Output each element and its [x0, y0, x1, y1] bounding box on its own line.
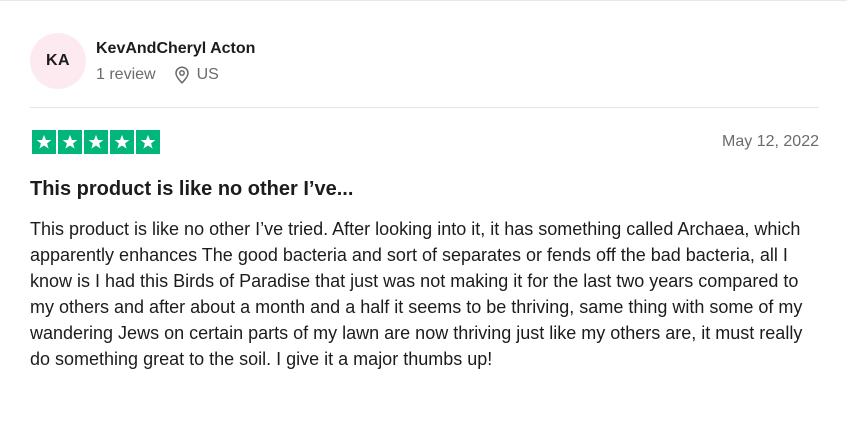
reviewer-name[interactable]: KevAndCheryl Acton: [96, 38, 255, 60]
star-icon: [32, 130, 56, 154]
avatar[interactable]: KA: [30, 33, 86, 89]
review-card: KA KevAndCheryl Acton 1 review US May 12…: [0, 0, 847, 442]
star-rating: [32, 130, 162, 154]
divider: [30, 107, 819, 108]
star-icon: [84, 130, 108, 154]
location-pin-icon: [174, 65, 190, 84]
reviewer-info: KevAndCheryl Acton 1 review US: [96, 38, 255, 85]
review-title[interactable]: This product is like no other I’ve...: [30, 176, 353, 202]
star-icon: [110, 130, 134, 154]
review-body: This product is like no other I’ve tried…: [30, 219, 803, 369]
reviewer-meta: 1 review US: [96, 65, 255, 85]
review-date: May 12, 2022: [722, 133, 819, 150]
avatar-initials: KA: [45, 52, 71, 69]
star-icon: [58, 130, 82, 154]
reviewer-header: KA KevAndCheryl Acton 1 review US: [30, 33, 255, 89]
reviewer-location: US: [196, 65, 219, 83]
review-count: 1 review: [96, 65, 156, 83]
star-icon: [136, 130, 160, 154]
